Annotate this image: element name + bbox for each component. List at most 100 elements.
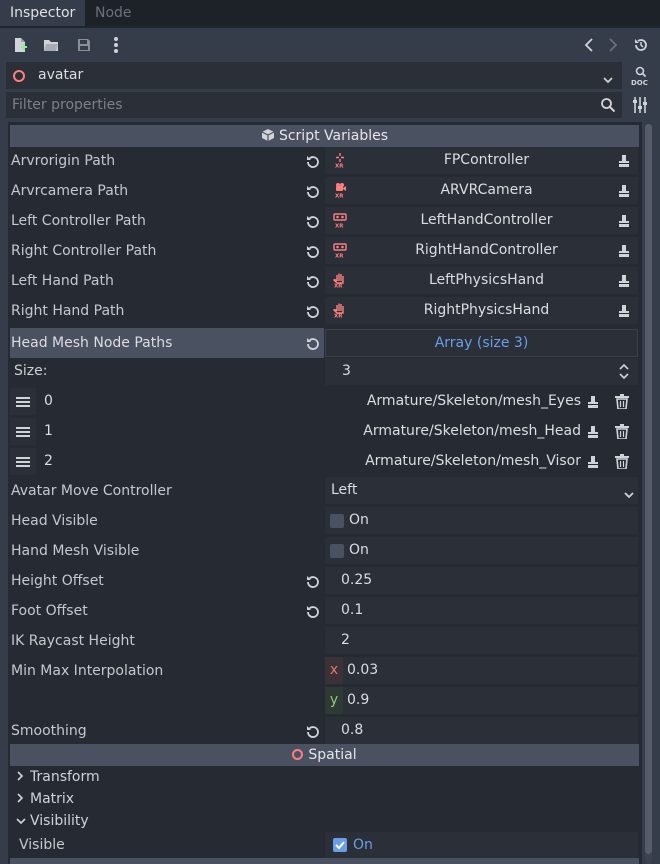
reset-icon[interactable] bbox=[305, 243, 321, 259]
scrollbar-thumb[interactable] bbox=[645, 124, 652, 854]
node-path-field[interactable]: XR RightHandController bbox=[325, 237, 638, 264]
search-icon bbox=[600, 97, 616, 117]
array-item-value: Armature/Skeleton/mesh_Visor bbox=[365, 453, 581, 469]
reset-icon[interactable] bbox=[305, 573, 321, 589]
assign-icon[interactable] bbox=[586, 425, 600, 439]
svg-text:XR: XR bbox=[334, 314, 343, 319]
array-item-field[interactable]: Armature/Skeleton/mesh_Visor bbox=[325, 448, 638, 475]
hand-mesh-visible-field[interactable]: On bbox=[325, 537, 638, 564]
array-item-field[interactable]: Armature/Skeleton/mesh_Head bbox=[325, 418, 638, 445]
assign-icon[interactable] bbox=[586, 395, 600, 409]
node-path-field[interactable]: XR FPController bbox=[325, 147, 638, 174]
node-path-label: Left Controller Path bbox=[11, 213, 146, 229]
xr-controller-icon: XR bbox=[333, 212, 347, 230]
reset-icon[interactable] bbox=[305, 303, 321, 319]
size-spinbox[interactable]: 3 bbox=[325, 358, 638, 385]
trash-icon[interactable] bbox=[615, 394, 631, 410]
node-path-field[interactable]: XR LeftPhysicsHand bbox=[325, 267, 638, 294]
array-index: 0 bbox=[44, 393, 53, 409]
assign-icon[interactable] bbox=[586, 455, 600, 469]
ik-raycast-field[interactable]: 2 bbox=[325, 627, 638, 654]
svg-text:XR: XR bbox=[335, 224, 344, 229]
reset-icon[interactable] bbox=[305, 603, 321, 619]
tab-bar: Inspector Node bbox=[0, 0, 660, 26]
tree-item-transform[interactable]: Transform bbox=[16, 766, 100, 788]
tree-item-matrix[interactable]: Matrix bbox=[16, 788, 74, 810]
array-button[interactable]: Array (size 3) bbox=[325, 329, 638, 357]
assign-icon[interactable] bbox=[617, 154, 631, 168]
assign-icon[interactable] bbox=[617, 214, 631, 228]
xr-controller-icon: XR bbox=[333, 242, 347, 260]
head-mesh-label: Head Mesh Node Paths bbox=[11, 335, 173, 351]
trash-icon[interactable] bbox=[615, 424, 631, 440]
doc-help-icon[interactable]: DOC bbox=[631, 66, 651, 87]
drag-handle-icon[interactable] bbox=[10, 388, 36, 415]
node-path-value: ARVRCamera bbox=[440, 182, 533, 198]
foot-offset-label: Foot Offset bbox=[11, 603, 88, 619]
more-options-icon[interactable] bbox=[106, 35, 126, 55]
tab-node[interactable]: Node bbox=[85, 0, 142, 26]
head-visible-checkbox[interactable] bbox=[330, 514, 344, 528]
spatial-node-icon bbox=[13, 70, 25, 82]
tab-inspector[interactable]: Inspector bbox=[0, 0, 86, 26]
reset-icon[interactable] bbox=[305, 213, 321, 229]
section-script-variables[interactable]: Script Variables bbox=[10, 125, 639, 147]
svg-text:XR: XR bbox=[334, 284, 343, 289]
min-max-x-field[interactable]: x 0.03 bbox=[325, 657, 638, 684]
drag-handle-icon[interactable] bbox=[10, 448, 36, 475]
forward-icon[interactable] bbox=[603, 35, 623, 55]
avatar-move-label: Avatar Move Controller bbox=[11, 483, 172, 499]
node-path-field[interactable]: XR ARVRCamera bbox=[325, 177, 638, 204]
property-tools-icon[interactable] bbox=[632, 96, 648, 118]
node-path-value: FPController bbox=[443, 152, 530, 168]
smoothing-field[interactable]: 0.8 bbox=[325, 717, 638, 744]
visible-label: Visible bbox=[19, 837, 65, 853]
filter-properties-field[interactable]: Filter properties bbox=[6, 92, 622, 118]
reset-icon[interactable] bbox=[305, 723, 321, 739]
visible-value: On bbox=[353, 837, 373, 853]
height-offset-field[interactable]: 0.25 bbox=[325, 567, 638, 594]
svg-text:XR: XR bbox=[335, 254, 344, 259]
visible-field[interactable]: On bbox=[325, 832, 638, 858]
min-max-y-field[interactable]: y 0.9 bbox=[325, 687, 638, 714]
node-path-field[interactable]: XR LeftHandController bbox=[325, 207, 638, 234]
assign-icon[interactable] bbox=[617, 274, 631, 288]
new-resource-icon[interactable] bbox=[10, 35, 30, 55]
open-folder-icon[interactable] bbox=[41, 35, 61, 55]
inspector-toolbar bbox=[0, 28, 660, 62]
trash-icon[interactable] bbox=[615, 454, 631, 470]
assign-icon[interactable] bbox=[617, 244, 631, 258]
array-size-label: Array (size 3) bbox=[434, 335, 529, 351]
section-spatial[interactable]: Spatial bbox=[10, 744, 639, 766]
reset-icon[interactable] bbox=[305, 183, 321, 199]
tree-item-visibility[interactable]: Visibility bbox=[16, 810, 89, 832]
chevron-down-icon bbox=[624, 487, 634, 503]
hand-mesh-visible-label: Hand Mesh Visible bbox=[11, 543, 140, 559]
reset-icon[interactable] bbox=[305, 335, 321, 351]
spinner-arrows-icon[interactable] bbox=[619, 363, 629, 384]
array-index: 2 bbox=[44, 453, 53, 469]
tree-item-label: Visibility bbox=[30, 813, 89, 829]
height-offset-label: Height Offset bbox=[11, 573, 104, 589]
drag-handle-icon[interactable] bbox=[10, 418, 36, 445]
foot-offset-field[interactable]: 0.1 bbox=[325, 597, 638, 624]
visible-checkbox[interactable] bbox=[333, 838, 347, 852]
node-selector[interactable]: avatar bbox=[6, 62, 622, 89]
head-visible-field[interactable]: On bbox=[325, 507, 638, 534]
hand-mesh-visible-checkbox[interactable] bbox=[330, 544, 344, 558]
node-path-label: Arvrorigin Path bbox=[11, 153, 116, 169]
ik-raycast-label: IK Raycast Height bbox=[11, 633, 135, 649]
reset-icon[interactable] bbox=[305, 153, 321, 169]
filter-placeholder: Filter properties bbox=[12, 97, 123, 113]
xr-hand-icon: XR bbox=[333, 302, 347, 320]
array-item-field[interactable]: Armature/Skeleton/mesh_Eyes bbox=[325, 388, 638, 415]
history-icon[interactable] bbox=[631, 35, 651, 55]
reset-icon[interactable] bbox=[305, 273, 321, 289]
assign-icon[interactable] bbox=[617, 304, 631, 318]
back-icon[interactable] bbox=[579, 35, 599, 55]
assign-icon[interactable] bbox=[617, 184, 631, 198]
avatar-move-dropdown[interactable]: Left bbox=[325, 477, 638, 504]
svg-text:XR: XR bbox=[335, 194, 344, 199]
save-icon[interactable] bbox=[74, 35, 94, 55]
node-path-field[interactable]: XR RightPhysicsHand bbox=[325, 297, 638, 324]
